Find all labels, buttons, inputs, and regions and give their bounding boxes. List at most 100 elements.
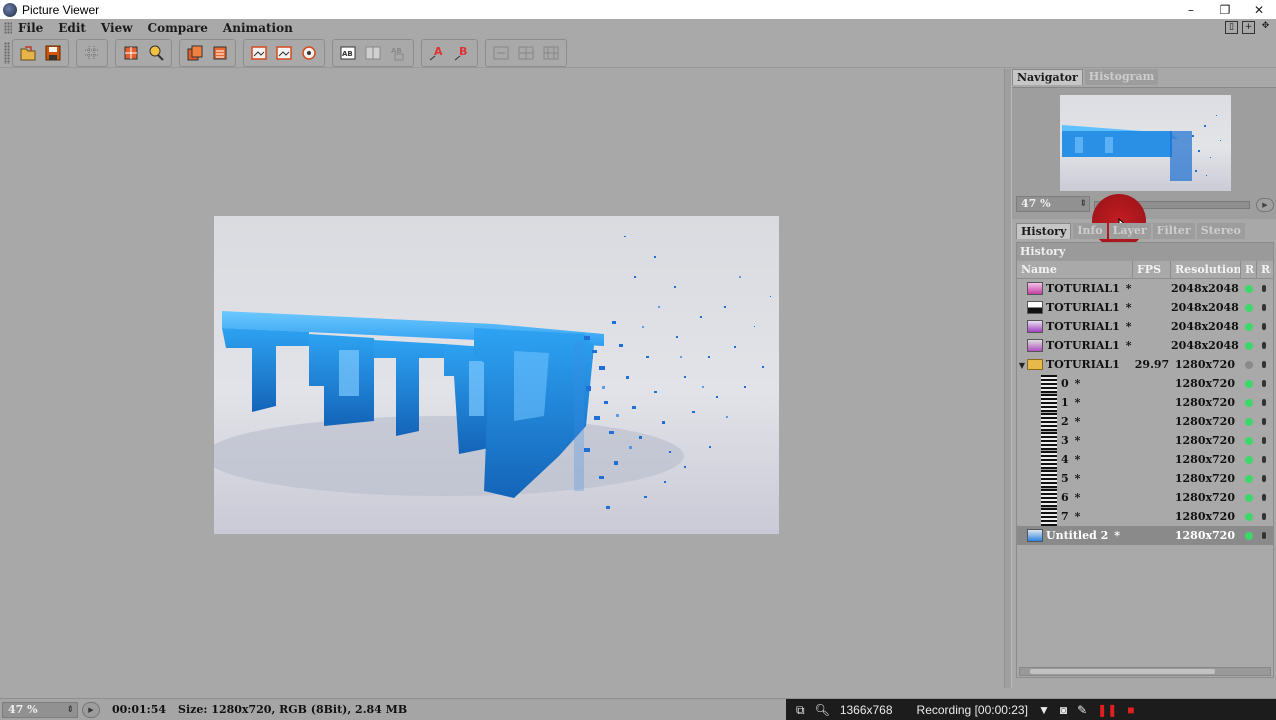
fit-2-button[interactable] — [515, 42, 537, 64]
row-r-status[interactable] — [1241, 531, 1257, 540]
col-fps[interactable]: FPS — [1133, 260, 1171, 279]
row-re-status[interactable] — [1257, 304, 1271, 311]
row-re-status[interactable] — [1257, 418, 1271, 425]
row-re-status[interactable] — [1257, 342, 1271, 349]
tab-info[interactable]: Info — [1073, 223, 1107, 239]
multi-layer-button[interactable] — [209, 42, 231, 64]
row-r-status[interactable] — [1241, 493, 1257, 502]
row-re-status[interactable] — [1257, 399, 1271, 406]
ab-compare-button[interactable]: AB — [337, 42, 359, 64]
panel-add-icon[interactable]: + — [1242, 21, 1255, 34]
spin-icon[interactable]: ⇕ — [66, 703, 74, 717]
history-scrollbar[interactable] — [1019, 667, 1271, 676]
row-r-status[interactable] — [1241, 379, 1257, 388]
row-r-status[interactable] — [1241, 512, 1257, 521]
history-row[interactable]: 6 * 1280x720 — [1017, 488, 1273, 507]
menu-animation[interactable]: Animation — [223, 21, 293, 35]
row-re-status[interactable] — [1257, 437, 1271, 444]
save-button[interactable] — [42, 42, 64, 64]
fit-3-button[interactable] — [540, 42, 562, 64]
row-r-status[interactable] — [1241, 360, 1257, 369]
row-r-status[interactable] — [1241, 303, 1257, 312]
history-row[interactable]: Untitled 2 * 1280x720 — [1017, 526, 1273, 545]
row-re-status[interactable] — [1257, 456, 1271, 463]
channel-a-button[interactable]: A — [426, 42, 448, 64]
view-ab-button[interactable] — [298, 42, 320, 64]
col-r[interactable]: R — [1241, 260, 1257, 279]
row-r-status[interactable] — [1241, 398, 1257, 407]
navigator-zoom-field[interactable]: 47 % ⇕ — [1016, 196, 1090, 212]
main-image[interactable] — [214, 216, 779, 534]
history-row[interactable]: 0 * 1280x720 — [1017, 374, 1273, 393]
col-name[interactable]: Name — [1017, 260, 1133, 279]
open-button[interactable] — [17, 42, 39, 64]
history-row[interactable]: TOTURIAL1 * 2048x2048 — [1017, 336, 1273, 355]
layers-button[interactable] — [184, 42, 206, 64]
row-r-status[interactable] — [1241, 322, 1257, 331]
row-re-status[interactable] — [1257, 285, 1271, 292]
tab-histogram[interactable]: Histogram — [1084, 69, 1159, 85]
menu-view[interactable]: View — [101, 21, 133, 35]
menu-compare[interactable]: Compare — [148, 21, 208, 35]
row-re-status[interactable] — [1257, 380, 1271, 387]
row-r-status[interactable] — [1241, 455, 1257, 464]
tab-navigator[interactable]: Navigator — [1012, 69, 1083, 85]
crop-button[interactable] — [120, 42, 142, 64]
window-icon[interactable]: ⧉ — [796, 703, 805, 718]
tab-stereo[interactable]: Stereo — [1196, 223, 1245, 239]
ab-diff-button[interactable]: AB — [387, 42, 409, 64]
zoom-button[interactable] — [145, 42, 167, 64]
tab-layer[interactable]: Layer — [1108, 223, 1151, 239]
channel-b-button[interactable]: B — [451, 42, 473, 64]
navigator-thumbnail[interactable] — [1060, 95, 1231, 191]
history-row[interactable]: ▼ TOTURIAL1 29.97 1280x720 — [1017, 355, 1273, 374]
row-re-status[interactable] — [1257, 513, 1271, 520]
menu-edit[interactable]: Edit — [58, 21, 86, 35]
tab-history[interactable]: History — [1016, 223, 1072, 239]
panel-move-icon[interactable]: ✥ — [1259, 21, 1272, 34]
fit-1-button[interactable] — [490, 42, 512, 64]
col-re[interactable]: Re — [1257, 261, 1271, 279]
dropdown-icon[interactable]: ▼ — [1038, 703, 1050, 717]
image-viewport[interactable] — [0, 69, 1004, 688]
status-zoom-field[interactable]: 47 % ⇕ — [2, 701, 78, 718]
history-row[interactable]: 7 * 1280x720 — [1017, 507, 1273, 526]
history-row[interactable]: 1 * 1280x720 — [1017, 393, 1273, 412]
close-button[interactable]: ✕ — [1242, 0, 1276, 19]
pause-icon[interactable]: ❚❚ — [1097, 703, 1117, 717]
view-a-button[interactable] — [248, 42, 270, 64]
row-r-status[interactable] — [1241, 417, 1257, 426]
menu-file[interactable]: File — [18, 21, 43, 35]
stop-icon[interactable]: ■ — [1127, 703, 1134, 717]
row-re-status[interactable] — [1257, 494, 1271, 501]
history-row[interactable]: 2 * 1280x720 — [1017, 412, 1273, 431]
row-re-status[interactable] — [1257, 475, 1271, 482]
restore-button[interactable]: ❐ — [1208, 0, 1242, 19]
history-row[interactable]: 5 * 1280x720 — [1017, 469, 1273, 488]
scrollbar-thumb[interactable] — [1030, 669, 1215, 674]
grid-toggle-button[interactable] — [81, 42, 103, 64]
tab-filter[interactable]: Filter — [1152, 223, 1195, 239]
expand-icon[interactable]: ▼ — [1017, 360, 1027, 370]
history-row[interactable]: TOTURIAL1 * 2048x2048 — [1017, 298, 1273, 317]
history-row[interactable]: 4 * 1280x720 — [1017, 450, 1273, 469]
camera-icon[interactable]: ◙ — [1060, 703, 1067, 717]
row-r-status[interactable] — [1241, 474, 1257, 483]
history-row[interactable]: 3 * 1280x720 — [1017, 431, 1273, 450]
zoom-play-icon[interactable]: ▶ — [1256, 198, 1274, 212]
spin-icon[interactable]: ⇕ — [1079, 197, 1087, 211]
play-button[interactable]: ▶ — [82, 701, 100, 718]
col-resolution[interactable]: Resolution — [1171, 260, 1241, 279]
row-re-status[interactable] — [1257, 323, 1271, 330]
pen-icon[interactable]: ✎ — [1077, 703, 1087, 717]
view-b-button[interactable] — [273, 42, 295, 64]
row-r-status[interactable] — [1241, 284, 1257, 293]
panel-splitter[interactable] — [1004, 69, 1012, 688]
history-row[interactable]: TOTURIAL1 * 2048x2048 — [1017, 279, 1273, 298]
minimize-button[interactable]: – — [1174, 0, 1208, 19]
zoom-icon[interactable]: 🔍︎ — [815, 703, 830, 717]
ab-split-button[interactable] — [362, 42, 384, 64]
history-row[interactable]: TOTURIAL1 * 2048x2048 — [1017, 317, 1273, 336]
row-re-status[interactable] — [1257, 361, 1271, 368]
panel-layout-icon[interactable]: ▯ — [1225, 21, 1238, 34]
